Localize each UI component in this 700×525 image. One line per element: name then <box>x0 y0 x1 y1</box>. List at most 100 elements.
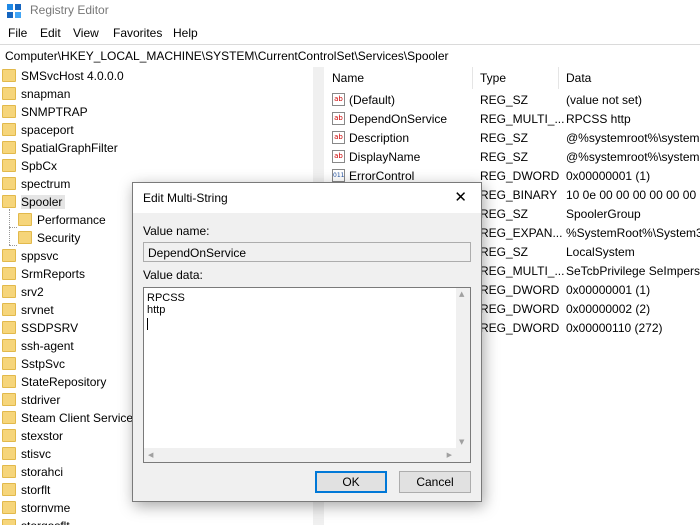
value-type: REG_SZ <box>480 207 529 221</box>
scroll-down-arrow-icon[interactable]: ▼ <box>459 438 464 446</box>
value-type: REG_SZ <box>480 93 529 107</box>
value-row[interactable]: ab DisplayName REG_SZ @%systemroot%\system3… <box>324 148 700 167</box>
tree-item-label: spaceport <box>21 123 74 137</box>
value-row[interactable]: ab (Default) REG_SZ (value not set) <box>324 91 700 110</box>
menu-view[interactable]: View <box>73 26 99 40</box>
folder-icon <box>2 411 16 424</box>
folder-icon <box>2 519 16 525</box>
registry-editor-icon <box>7 4 21 18</box>
title-bar: Registry Editor <box>0 0 700 22</box>
tree-item-label: SrmReports <box>21 267 86 281</box>
value-row[interactable]: ab DependOnService REG_MULTI_... RPCSS http <box>324 110 700 129</box>
folder-icon <box>2 159 16 172</box>
folder-icon <box>2 357 16 370</box>
value-data-textarea[interactable]: RPCSS http ▲ ▼ ◀ ▶ <box>143 287 471 463</box>
value-data-text[interactable]: RPCSS http <box>147 292 185 316</box>
scroll-up-arrow-icon[interactable]: ▲ <box>459 290 464 298</box>
column-header-data[interactable]: Data <box>566 71 591 85</box>
tree-item-label: SMSvcHost 4.0.0.0 <box>21 69 124 83</box>
binary-value-icon: 011 <box>332 169 345 182</box>
tree-item-label: StateRepository <box>21 375 107 389</box>
text-caret <box>147 318 148 330</box>
scroll-left-arrow-icon[interactable]: ◀ <box>148 451 153 459</box>
menu-edit[interactable]: Edit <box>40 26 61 40</box>
tree-item-label: storqosflt <box>21 519 70 525</box>
column-divider[interactable] <box>472 67 473 89</box>
folder-icon <box>2 483 16 496</box>
folder-icon <box>2 465 16 478</box>
tree-item-label: stornvme <box>21 501 71 515</box>
value-data: LocalSystem <box>566 245 635 259</box>
value-data: @%systemroot%\system32 <box>566 150 700 164</box>
value-name: DependOnService <box>349 112 448 126</box>
menu-help[interactable]: Help <box>173 26 198 40</box>
value-type: REG_BINARY <box>480 188 558 202</box>
tree-item-label: spectrum <box>21 177 71 191</box>
value-name-field[interactable]: DependOnService <box>143 242 471 262</box>
value-data: 0x00000001 (1) <box>566 283 651 297</box>
tree-item-label: stdriver <box>21 393 61 407</box>
tree-item-label: storahci <box>21 465 64 479</box>
edit-multi-string-dialog: Edit Multi-String ✕ Value name: DependOn… <box>132 182 482 502</box>
value-type: REG_DWORD <box>480 283 560 297</box>
value-data: RPCSS http <box>566 112 631 126</box>
close-icon[interactable]: ✕ <box>454 188 467 206</box>
value-name: DisplayName <box>349 150 421 164</box>
folder-icon <box>2 105 16 118</box>
tree-item-label: SstpSvc <box>21 357 66 371</box>
value-name: Description <box>349 131 410 145</box>
folder-icon <box>2 177 16 190</box>
tree-item-label: stisvc <box>21 447 51 461</box>
scrollbar-corner <box>456 448 470 462</box>
value-type: REG_SZ <box>480 131 529 145</box>
string-value-icon: ab <box>332 131 345 144</box>
tree-item-label: Security <box>37 231 81 245</box>
value-type: REG_MULTI_... <box>480 112 565 126</box>
value-data: (value not set) <box>566 93 643 107</box>
folder-icon <box>2 141 16 154</box>
value-name: ErrorControl <box>349 169 415 183</box>
address-bar[interactable]: Computer\HKEY_LOCAL_MACHINE\SYSTEM\Curre… <box>0 44 700 68</box>
value-row[interactable]: ab Description REG_SZ @%systemroot%\system3… <box>324 129 700 148</box>
tree-item-label: ssh-agent <box>21 339 74 353</box>
menu-favorites[interactable]: Favorites <box>113 26 162 40</box>
value-data-label: Value data: <box>143 268 203 282</box>
folder-icon <box>2 501 16 514</box>
dialog-title: Edit Multi-String <box>143 191 228 205</box>
value-data: 10 0e 00 00 00 00 00 00 00 <box>566 188 700 202</box>
tree-connector <box>9 245 17 246</box>
scroll-right-arrow-icon[interactable]: ▶ <box>447 451 452 459</box>
folder-icon <box>2 123 16 136</box>
tree-item-label: SNMPTRAP <box>21 105 88 119</box>
string-value-icon: ab <box>332 150 345 163</box>
data-vertical-scrollbar[interactable]: ▲ ▼ <box>456 288 470 448</box>
menu-file[interactable]: File <box>8 26 27 40</box>
string-value-icon: ab <box>332 93 345 106</box>
value-name-label: Value name: <box>143 224 210 238</box>
ok-button[interactable]: OK <box>315 471 387 493</box>
column-divider[interactable] <box>558 67 559 89</box>
tree-item-label: Steam Client Service <box>21 411 134 425</box>
tree-item-label: SSDPSRV <box>21 321 79 335</box>
folder-icon <box>2 339 16 352</box>
data-horizontal-scrollbar[interactable]: ◀ ▶ <box>144 448 456 462</box>
open-folder-icon <box>2 195 16 208</box>
address-path[interactable]: Computer\HKEY_LOCAL_MACHINE\SYSTEM\Curre… <box>5 49 449 63</box>
tree-item-label: stexstor <box>21 429 64 443</box>
value-data: SeTcbPrivilege SeImperson <box>566 264 700 278</box>
value-data: @%systemroot%\system32 <box>566 131 700 145</box>
tree-item-label: Spooler <box>21 195 66 209</box>
value-type: REG_DWORD <box>480 321 560 335</box>
cancel-button[interactable]: Cancel <box>399 471 471 493</box>
folder-icon <box>2 69 16 82</box>
tree-item-label: SpatialGraphFilter <box>21 141 118 155</box>
value-name: (Default) <box>349 93 396 107</box>
value-data: %SystemRoot%\System32\ <box>566 226 700 240</box>
folder-icon <box>2 321 16 334</box>
folder-icon <box>2 375 16 388</box>
column-header-name[interactable]: Name <box>332 71 364 85</box>
folder-icon <box>2 249 16 262</box>
tree-item-label: SpbCx <box>21 159 58 173</box>
column-header-type[interactable]: Type <box>480 71 506 85</box>
tree-item-label: sppsvc <box>21 249 59 263</box>
